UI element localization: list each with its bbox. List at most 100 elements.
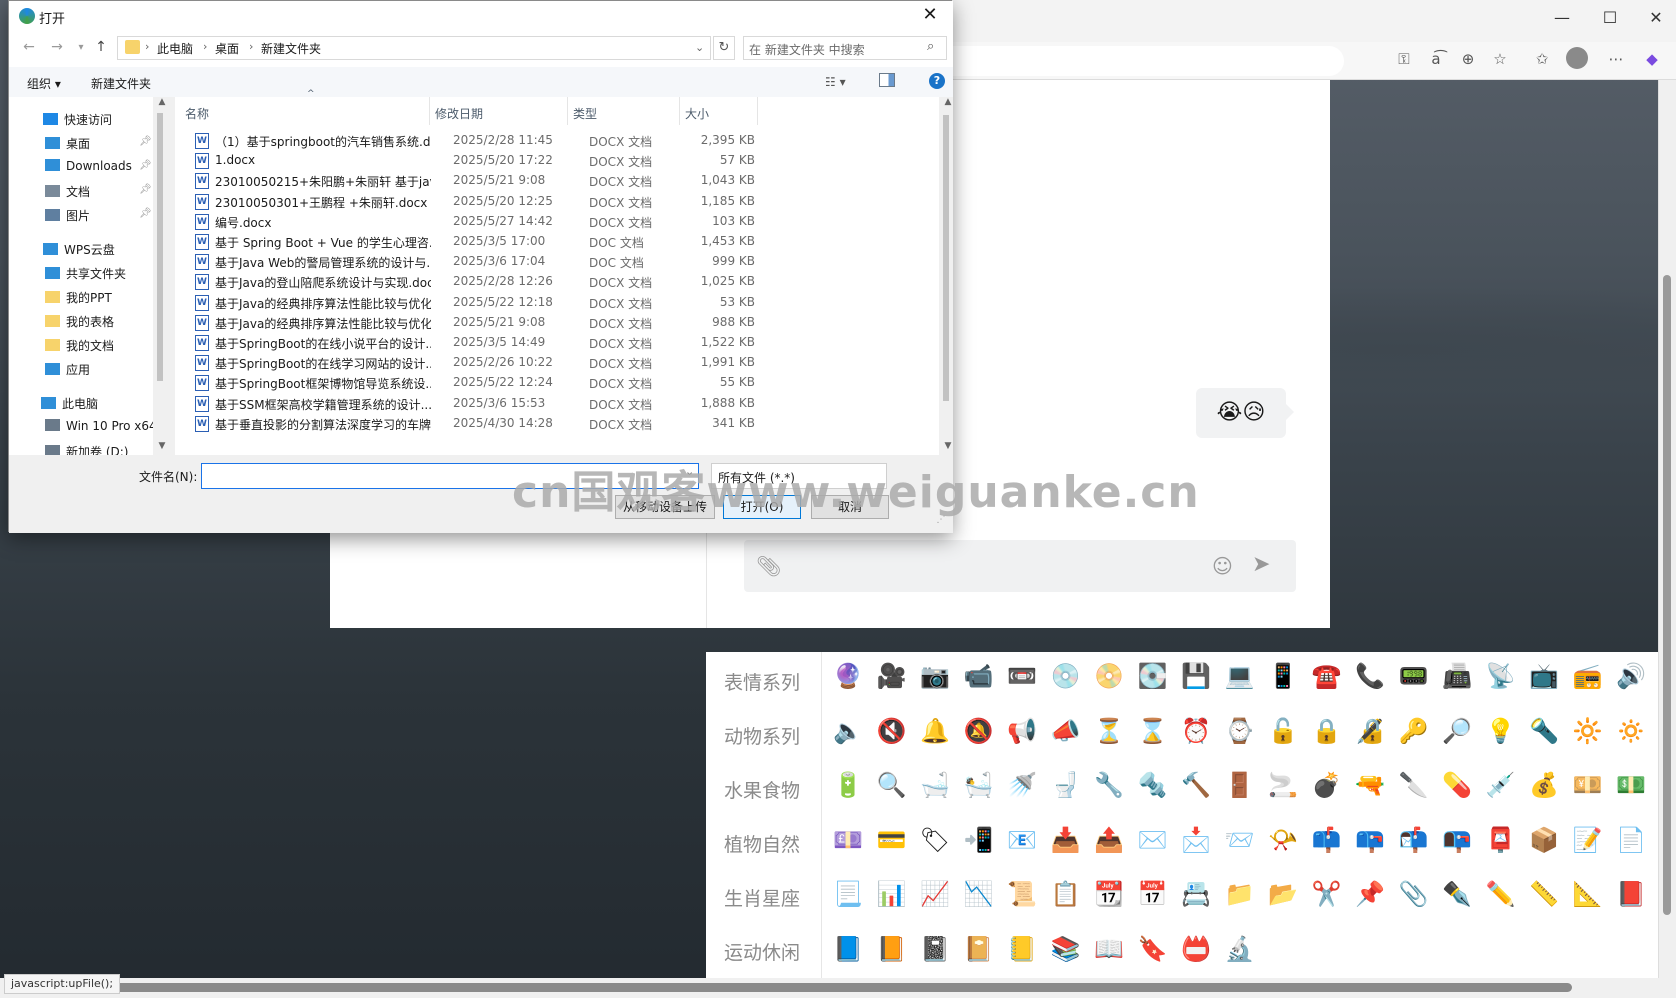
emoji-item[interactable]: 🔫 [1354, 769, 1386, 801]
nav-item[interactable]: 我的文档 [45, 337, 114, 354]
emoji-item[interactable]: 📃 [832, 878, 864, 910]
emoji-item[interactable]: 📨 [1224, 824, 1256, 856]
scroll-down-icon[interactable]: ▼ [152, 441, 172, 451]
emoji-item[interactable]: ✏️ [1485, 878, 1517, 910]
emoji-item[interactable]: 🔩 [1137, 769, 1169, 801]
emoji-item[interactable]: 📓 [919, 933, 951, 965]
emoji-item[interactable]: 💿 [1050, 660, 1082, 692]
maximize-button[interactable]: ☐ [1590, 8, 1630, 27]
column-divider[interactable] [757, 97, 758, 125]
emoji-item[interactable]: 📏 [1528, 878, 1560, 910]
nav-scrollbar-thumb[interactable] [157, 113, 163, 381]
emoji-item[interactable]: 📠 [1441, 660, 1473, 692]
emoji-item[interactable]: 🔍 [876, 769, 908, 801]
emoji-item[interactable]: 🔨 [1180, 769, 1212, 801]
emoji-item[interactable]: 📚 [1050, 933, 1082, 965]
breadcrumb-new-folder[interactable]: 新建文件夹 [261, 40, 321, 57]
emoji-item[interactable]: 📇 [1180, 878, 1212, 910]
emoji-item[interactable]: 🚿 [1006, 769, 1038, 801]
emoji-item[interactable]: 💷 [832, 824, 864, 856]
minimize-button[interactable]: — [1542, 8, 1582, 27]
emoji-item[interactable]: 💣 [1311, 769, 1343, 801]
emoji-item[interactable]: ⌚ [1224, 715, 1256, 747]
emoji-item[interactable]: 🔋 [832, 769, 864, 801]
view-options-button[interactable]: ☷ ▾ [825, 75, 846, 89]
emoji-item[interactable]: 📕 [1615, 878, 1647, 910]
breadcrumb-this-pc[interactable]: 此电脑 [157, 40, 193, 57]
emoji-item[interactable]: 📣 [1050, 715, 1082, 747]
emoji-category[interactable]: 生肖星座 [724, 884, 800, 911]
horizontal-scrollbar-thumb[interactable] [108, 983, 1572, 992]
column-header-name[interactable]: 名称 [185, 105, 209, 122]
emoji-item[interactable]: 💻 [1224, 660, 1256, 692]
emoji-category[interactable]: 水果食物 [724, 776, 800, 803]
file-row[interactable]: W 基于Java的登山陪爬系统设计与实现.docx 2025/2/28 12:26 D… [175, 272, 939, 292]
file-scrollbar-thumb[interactable] [943, 115, 949, 401]
emoji-item[interactable]: 📔 [963, 933, 995, 965]
emoji-item[interactable]: 🔅 [1615, 715, 1647, 747]
emoji-item[interactable]: 💵 [1615, 769, 1647, 801]
emoji-item[interactable]: 🔊 [1615, 660, 1647, 692]
nav-item[interactable]: 我的PPT [45, 289, 112, 306]
emoji-item[interactable]: 📪 [1354, 824, 1386, 856]
nav-item[interactable]: 桌面 [45, 135, 90, 152]
scroll-up-icon[interactable]: ▲ [938, 97, 958, 107]
emoji-item[interactable]: 🔇 [876, 715, 908, 747]
emoji-item[interactable]: 📹 [963, 660, 995, 692]
emoji-item[interactable]: 💽 [1137, 660, 1169, 692]
emoji-item[interactable]: 📋 [1050, 878, 1082, 910]
nav-item[interactable]: 此电脑 [41, 395, 98, 412]
emoji-item[interactable]: 📤 [1093, 824, 1125, 856]
file-row[interactable]: W 基于SpringBoot的在线小说平台的设计... 2025/3/5 14:49… [175, 333, 939, 353]
column-header-size[interactable]: 大小 [685, 105, 709, 122]
emoji-item[interactable]: ✂️ [1311, 878, 1343, 910]
nav-item[interactable]: 应用 [45, 361, 90, 378]
emoji-item[interactable]: 🔈 [832, 715, 864, 747]
file-row[interactable]: W 23010050215+朱阳鹏+朱丽轩 基于jav... 2025/5/21 9… [175, 171, 939, 191]
emoji-item[interactable]: 📙 [876, 933, 908, 965]
emoji-item[interactable]: 📛 [1180, 933, 1212, 965]
file-row[interactable]: W 基于垂直投影的分割算法深度学习的车牌... 2025/4/30 14:28 DOC… [175, 414, 939, 434]
emoji-item[interactable]: 🔏 [1354, 715, 1386, 747]
zoom-icon[interactable]: ⊕ [1456, 50, 1480, 68]
nav-item[interactable]: WPS云盘 [43, 241, 115, 258]
emoji-item[interactable]: 📐 [1572, 878, 1604, 910]
read-aloud-icon[interactable]: a͡ [1424, 50, 1448, 68]
scroll-down-icon[interactable]: ▼ [938, 441, 958, 451]
address-bar[interactable] [952, 46, 1344, 76]
emoji-item[interactable]: 📬 [1398, 824, 1430, 856]
column-header-date[interactable]: 修改日期 [435, 105, 483, 122]
emoji-item[interactable]: 🛀 [963, 769, 995, 801]
emoji-item[interactable]: 📞 [1354, 660, 1386, 692]
emoji-item[interactable]: 🔒 [1311, 715, 1343, 747]
new-folder-button[interactable]: 新建文件夹 [91, 75, 151, 92]
recent-locations-icon[interactable]: ▾ [71, 42, 91, 53]
emoji-item[interactable]: 📘 [832, 933, 864, 965]
file-row[interactable]: W 1.docx 2025/5/20 17:22 DOCX 文档 57 KB [175, 151, 939, 171]
emoji-item[interactable]: 🔖 [1137, 933, 1169, 965]
emoji-item[interactable]: 🛁 [919, 769, 951, 801]
preview-pane-icon[interactable] [879, 73, 895, 87]
emoji-item[interactable]: 📡 [1485, 660, 1517, 692]
emoji-item[interactable]: 🔑 [1398, 715, 1430, 747]
emoji-item[interactable]: 🔬 [1224, 933, 1256, 965]
page-scrollbar-thumb[interactable] [1663, 275, 1671, 915]
emoji-item[interactable]: 🔕 [963, 715, 995, 747]
emoji-item[interactable]: 💰 [1528, 769, 1560, 801]
emoji-item[interactable]: 📀 [1093, 660, 1125, 692]
emoji-item[interactable]: 📼 [1006, 660, 1038, 692]
file-row[interactable]: W 编号.docx 2025/5/27 14:42 DOCX 文档 103 KB [175, 212, 939, 232]
emoji-item[interactable]: 🔎 [1441, 715, 1473, 747]
scroll-up-icon[interactable]: ▲ [152, 97, 172, 107]
refresh-icon[interactable]: ↻ [713, 36, 735, 60]
emoji-item[interactable]: 📊 [876, 878, 908, 910]
nav-item[interactable]: Win 10 Pro x64 [45, 419, 157, 433]
emoji-item[interactable]: 📱 [1267, 660, 1299, 692]
emoji-item[interactable]: 📎 [1398, 878, 1430, 910]
emoji-item[interactable]: 📫 [1311, 824, 1343, 856]
emoji-item[interactable]: 📈 [919, 878, 951, 910]
emoji-item[interactable]: 🚽 [1050, 769, 1082, 801]
favorites-icon[interactable]: ✩ [1530, 50, 1554, 68]
emoji-item[interactable]: 📆 [1093, 878, 1125, 910]
organize-button[interactable]: 组织 ▾ [27, 75, 61, 92]
